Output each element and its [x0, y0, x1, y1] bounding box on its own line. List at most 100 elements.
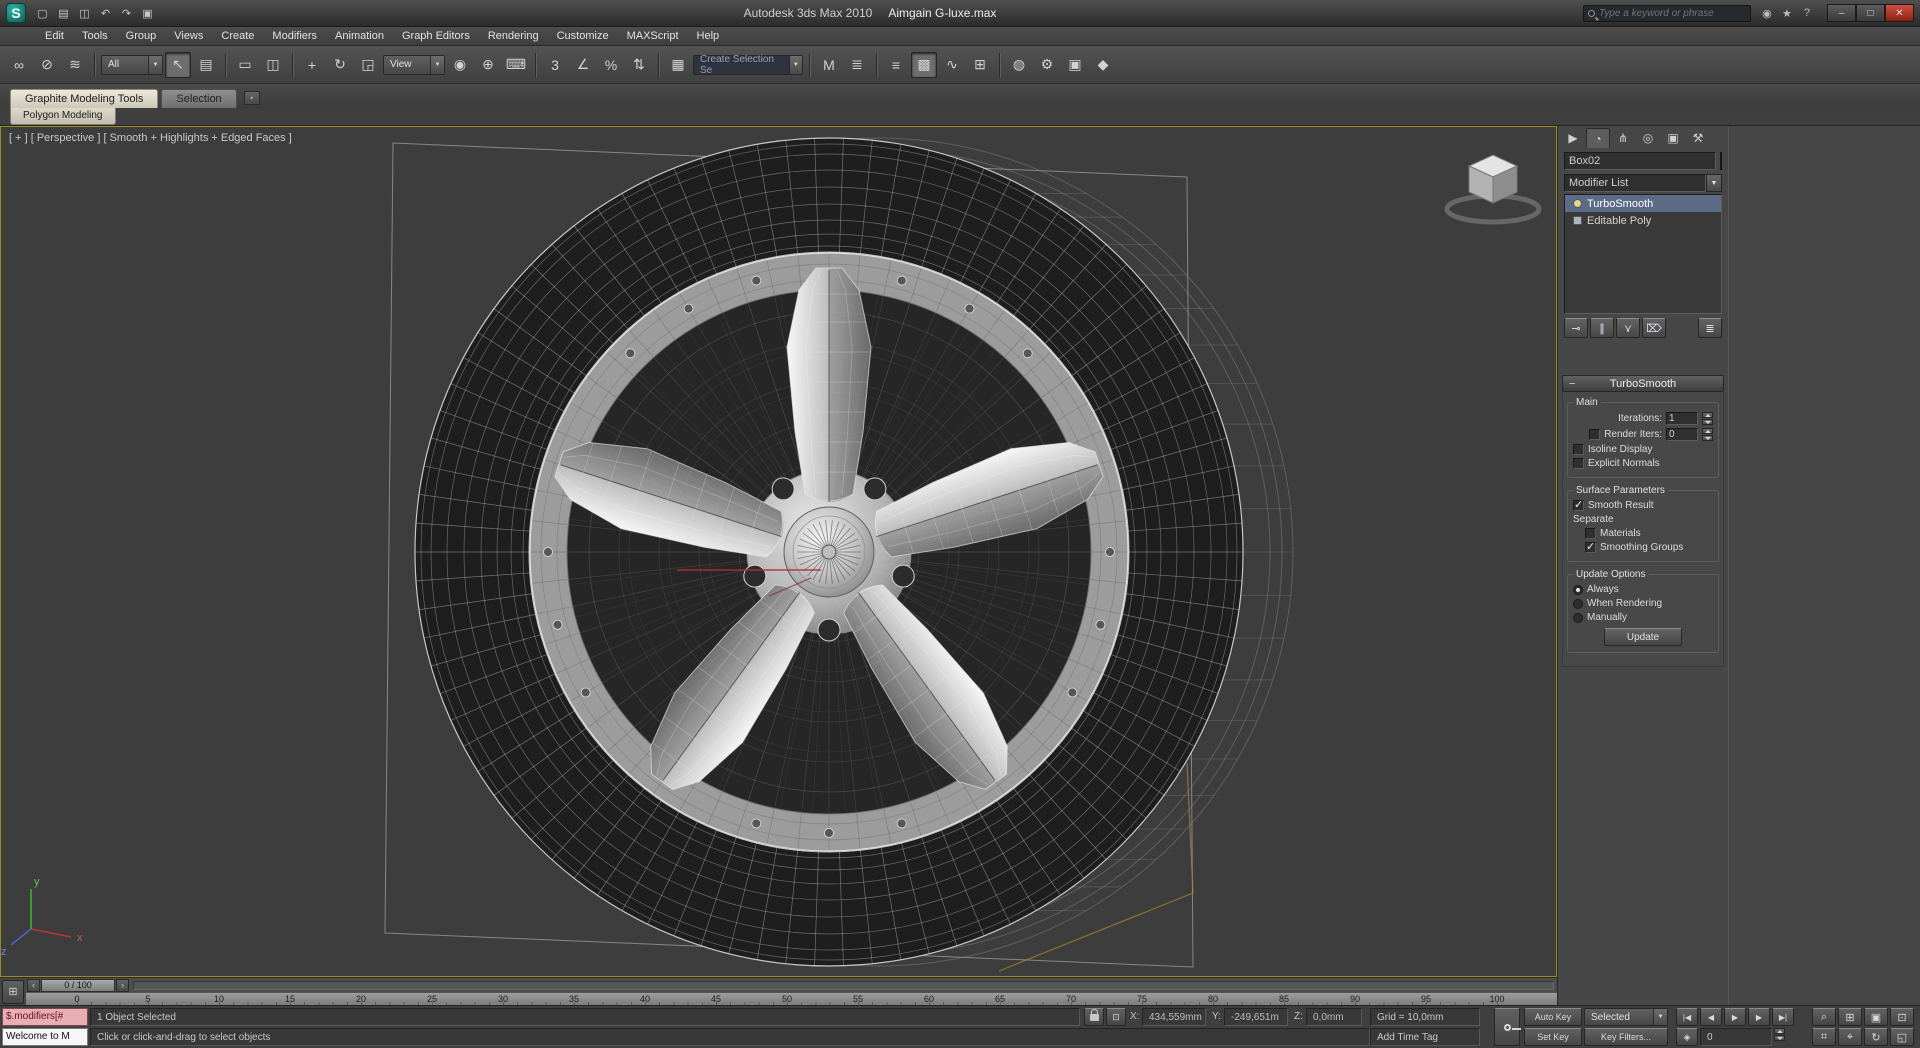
menu-create[interactable]: Create — [212, 28, 263, 44]
select-object-icon[interactable]: ↖ — [165, 51, 191, 78]
object-name-field[interactable] — [1564, 152, 1716, 170]
smoothing-groups-checkbox[interactable] — [1585, 540, 1596, 553]
orbit-icon[interactable]: ↻ — [1864, 1028, 1888, 1046]
explicit-normals-checkbox[interactable] — [1573, 458, 1584, 469]
redo-icon[interactable]: ↷ — [117, 4, 136, 23]
z-coordinate-field[interactable]: 0,0mm — [1306, 1008, 1362, 1026]
project-folder-icon[interactable]: ▣ — [138, 4, 157, 23]
absolute-offset-mode-icon[interactable]: ⊡ — [1106, 1008, 1126, 1026]
isoline-display-checkbox[interactable] — [1573, 444, 1584, 455]
curve-editor-icon[interactable]: ∿ — [939, 52, 965, 78]
tab-utilities[interactable]: ⚒ — [1686, 128, 1710, 148]
close-button[interactable]: ✕ — [1884, 4, 1914, 22]
pan-icon[interactable]: ⌖ — [1838, 1028, 1862, 1046]
key-filters-button[interactable]: Key Filters... — [1584, 1028, 1668, 1046]
chevron-down-icon[interactable]: ▼ — [1706, 174, 1722, 192]
timeline-ruler[interactable]: 0 5 10 15 20 25 30 35 40 45 50 55 60 65 70 75 80 85 90 95 10… — [26, 992, 1557, 1005]
ribbon-tab-graphite-modeling-tools[interactable]: Graphite Modeling Tools — [10, 89, 159, 108]
materials-checkbox[interactable] — [1585, 528, 1596, 539]
go-to-end-button[interactable]: ▶| — [1772, 1008, 1794, 1026]
menu-edit[interactable]: Edit — [36, 28, 73, 44]
favorites-icon[interactable]: ★ — [1778, 4, 1796, 22]
y-coordinate-field[interactable]: -249,651m — [1224, 1008, 1288, 1026]
tab-modify[interactable]: ◔ — [1586, 128, 1610, 148]
pin-stack-icon[interactable]: ⊸ — [1564, 318, 1588, 338]
menu-graph-editors[interactable]: Graph Editors — [393, 28, 479, 44]
auto-key-button[interactable]: Auto Key — [1524, 1008, 1582, 1026]
add-time-tag[interactable]: Add Time Tag — [1370, 1028, 1480, 1046]
ribbon-panel-polygon-modeling[interactable]: Polygon Modeling — [10, 108, 116, 125]
menu-help[interactable]: Help — [688, 28, 729, 44]
viewport-canvas[interactable]: x y z — [1, 127, 1556, 976]
menu-rendering[interactable]: Rendering — [479, 28, 548, 44]
time-slider-handle[interactable]: 0 / 100 — [41, 978, 115, 992]
selected-set-dropdown[interactable]: Selected ▼ — [1584, 1008, 1668, 1026]
select-and-manipulate-icon[interactable]: ⊕ — [475, 52, 501, 78]
use-pivot-point-icon[interactable]: ◉ — [447, 52, 473, 78]
render-production-icon[interactable]: ◆ — [1090, 52, 1116, 78]
rollout-header[interactable]: − TurboSmooth — [1562, 375, 1724, 392]
bind-to-space-warp-icon[interactable]: ≋ — [62, 52, 88, 78]
rectangular-selection-region-icon[interactable]: ▭ — [232, 52, 258, 78]
reference-coordinate-dropdown[interactable]: View ▼ — [383, 54, 445, 75]
render-setup-icon[interactable]: ⚙ — [1034, 52, 1060, 78]
maxscript-mini-listener-macro[interactable]: $.modifiers[# — [2, 1008, 88, 1026]
menu-modifiers[interactable]: Modifiers — [263, 28, 326, 44]
align-icon[interactable]: ≣ — [844, 52, 870, 78]
manually-radio[interactable] — [1573, 612, 1583, 623]
make-unique-icon[interactable]: ⋎ — [1616, 318, 1640, 338]
menu-customize[interactable]: Customize — [548, 28, 618, 44]
tab-create[interactable]: ▶ — [1561, 128, 1585, 148]
render-iters-checkbox[interactable] — [1589, 429, 1601, 440]
time-slider-track[interactable] — [133, 980, 1554, 990]
go-to-start-button[interactable]: |◀ — [1676, 1008, 1698, 1026]
named-selection-set-dropdown[interactable]: Create Selection Se ▼ — [693, 54, 803, 76]
set-keys-key-icon[interactable] — [1494, 1008, 1521, 1046]
select-and-scale-icon[interactable]: ◲ — [355, 52, 381, 78]
infocenter-search[interactable] — [1582, 4, 1751, 22]
open-file-icon[interactable]: ▤ — [54, 4, 73, 23]
keyboard-override-icon[interactable]: ⌨ — [503, 52, 529, 78]
select-and-rotate-icon[interactable]: ↻ — [327, 52, 353, 78]
tab-hierarchy[interactable]: ⋔ — [1611, 128, 1635, 148]
schematic-view-icon[interactable]: ⊞ — [967, 52, 993, 78]
undo-icon[interactable]: ↶ — [96, 4, 115, 23]
mirror-icon[interactable]: M — [816, 52, 842, 78]
select-and-move-icon[interactable]: + — [299, 52, 325, 78]
menu-animation[interactable]: Animation — [326, 28, 393, 44]
mini-curve-editor-button[interactable]: ⊞ — [2, 979, 24, 1004]
angle-snap-icon[interactable]: ∠ — [570, 52, 596, 78]
edit-named-sets-icon[interactable]: ▦ — [665, 52, 691, 78]
zoom-region-icon[interactable]: ⌗ — [1812, 1028, 1836, 1046]
graphite-ribbon-toggle-icon[interactable]: ▩ — [911, 51, 937, 78]
window-crossing-icon[interactable]: ◫ — [260, 52, 286, 78]
viewport-label[interactable]: [ + ] [ Perspective ] [ Smooth + Highlig… — [9, 132, 292, 144]
iterations-spinner-arrows[interactable] — [1702, 412, 1713, 425]
configure-modifier-sets-icon[interactable]: ≣ — [1698, 318, 1722, 338]
iterations-spinner[interactable]: 1 — [1666, 412, 1698, 425]
spinner-snap-icon[interactable]: ⇅ — [626, 52, 652, 78]
tab-motion[interactable]: ◎ — [1636, 128, 1660, 148]
search-input[interactable] — [1598, 7, 1746, 19]
play-button[interactable]: ▶ — [1724, 1008, 1746, 1026]
menu-tools[interactable]: Tools — [73, 28, 117, 44]
selection-lock-icon[interactable] — [1084, 1008, 1104, 1026]
render-iters-spinner-arrows[interactable] — [1702, 428, 1713, 441]
zoom-all-icon[interactable]: ⊞ — [1838, 1008, 1862, 1026]
menu-views[interactable]: Views — [165, 28, 212, 44]
maximize-viewport-icon[interactable]: ◱ — [1890, 1028, 1914, 1046]
rendered-frame-icon[interactable]: ▣ — [1062, 52, 1088, 78]
unlink-selection-icon[interactable]: ⊘ — [34, 52, 60, 78]
x-coordinate-field[interactable]: 434,559mm — [1142, 1008, 1206, 1026]
stack-item-editable-poly[interactable]: Editable Poly — [1565, 212, 1721, 229]
menu-group[interactable]: Group — [117, 28, 166, 44]
maximize-button[interactable]: □ — [1855, 4, 1885, 22]
previous-frame-button[interactable]: ◀ — [1700, 1008, 1722, 1026]
zoom-extents-all-icon[interactable]: ⊡ — [1890, 1008, 1914, 1026]
time-slider-next-arrow[interactable]: › — [116, 978, 129, 992]
set-key-button[interactable]: Set Key — [1524, 1028, 1582, 1046]
minimize-button[interactable]: – — [1826, 4, 1856, 22]
communication-center-icon[interactable]: ◉ — [1758, 4, 1776, 22]
selection-filter-dropdown[interactable]: All ▼ — [101, 54, 163, 75]
material-editor-icon[interactable]: ◍ — [1006, 52, 1032, 78]
